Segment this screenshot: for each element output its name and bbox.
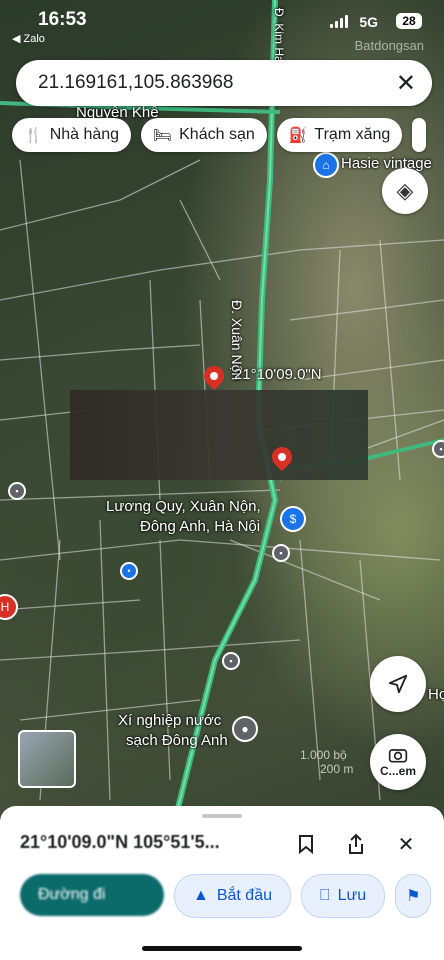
gas-station-icon: ⛽ <box>288 127 308 144</box>
status-bar: 16:53 ◀ Zalo 5G 28 Batdongsan <box>0 0 444 53</box>
navigation-arrow-icon <box>388 674 408 694</box>
chip-restaurants[interactable]: 🍴 Nhà hàng <box>12 118 132 152</box>
place-xi-nghiep-line2: sạch Đông Anh <box>126 732 228 749</box>
camera-search-button[interactable]: C...em <box>370 734 426 790</box>
bus-stop-icon[interactable]: ▪ <box>222 652 240 670</box>
place-ho-label: Họ <box>428 686 444 703</box>
place-luong-quy-line2: Đông Anh, Hà Nội <box>140 518 261 535</box>
search-bar[interactable]: 21.169161,105.863968 ✕ <box>16 60 432 106</box>
layers-button[interactable]: ◈ <box>382 168 428 214</box>
start-button[interactable]: ▲ Bắt đầu <box>174 874 291 918</box>
directions-button[interactable]: Đường đi <box>20 874 164 916</box>
place-xi-nghiep-line1: Xí nghiệp nước <box>118 712 222 729</box>
save-label: Lưu <box>337 887 367 904</box>
close-icon[interactable]: ✕ <box>392 830 420 858</box>
fork-knife-icon: 🍴 <box>24 127 43 144</box>
bookmark-icon: ⎕ <box>320 887 330 904</box>
flag-icon: ⚑ <box>406 888 421 905</box>
map-scale: 1.000 bộ 200 m <box>300 748 353 776</box>
sheet-handle[interactable] <box>202 814 242 818</box>
back-to-app[interactable]: ◀ Zalo <box>12 32 45 45</box>
atm-poi-icon[interactable]: $ <box>280 506 306 532</box>
chip-gas-stations[interactable]: ⛽ Trạm xăng <box>276 118 403 152</box>
pin-coordinate-label: 21°10'09.0"N <box>234 366 322 383</box>
status-time: 16:53 <box>38 9 87 30</box>
blurred-region <box>70 390 368 480</box>
chip-label: Trạm xăng <box>314 126 391 143</box>
share-icon[interactable] <box>342 830 370 858</box>
place-title: 21°10'09.0"N 105°51'5... <box>20 832 220 852</box>
more-action-button[interactable]: ⚑ <box>395 874 432 918</box>
layers-icon: ◈ <box>396 178 414 203</box>
chip-hotels[interactable]: 🛏 Khách sạn <box>141 118 267 152</box>
bookmark-icon[interactable] <box>292 830 320 858</box>
signal-icon <box>330 15 348 28</box>
watermark: Batdongsan <box>354 38 424 53</box>
bus-stop-icon[interactable]: ▪ <box>272 544 290 562</box>
sheet-actions: Đường đi ▲ Bắt đầu ⎕ Lưu ⚑ <box>20 874 432 918</box>
bus-stop-icon[interactable]: ▪ <box>432 440 444 458</box>
category-chips: 🍴 Nhà hàng 🛏 Khách sạn ⛽ Trạm xăng <box>12 118 427 152</box>
chip-more[interactable] <box>412 118 427 152</box>
bus-stop-icon[interactable]: ▪ <box>8 482 26 500</box>
shop-poi-icon[interactable]: • <box>120 562 138 580</box>
place-poi-icon[interactable]: ● <box>232 716 258 742</box>
camera-icon <box>388 749 408 763</box>
save-button[interactable]: ⎕ Lưu <box>301 874 386 918</box>
network-type: 5G <box>359 14 378 30</box>
street-view-thumbnail[interactable] <box>18 730 76 788</box>
place-hasie-label: Hasie vintage <box>341 155 432 172</box>
chip-label: Nhà hàng <box>49 126 120 143</box>
scale-bottom: 200 m <box>320 762 354 776</box>
home-indicator[interactable] <box>142 946 302 951</box>
search-input[interactable]: 21.169161,105.863968 <box>38 72 233 94</box>
chip-label: Khách sạn <box>179 126 255 143</box>
my-location-button[interactable] <box>370 656 426 712</box>
place-luong-quy-line1: Lương Quy, Xuân Nộn, <box>106 498 261 515</box>
hasie-poi-icon[interactable]: ⌂ <box>313 152 339 178</box>
place-sheet: 21°10'09.0"N 105°51'5... ✕ Đường đi ▲ Bắt… <box>0 806 444 960</box>
scale-top: 1.000 bộ <box>300 748 347 762</box>
directions-label: Đường đi <box>38 886 106 903</box>
navigation-icon: ▲ <box>193 887 209 904</box>
battery-icon: 28 <box>396 13 422 29</box>
close-icon[interactable]: ✕ <box>396 69 416 98</box>
camera-label: C...em <box>379 764 416 778</box>
start-label: Bắt đầu <box>216 887 272 904</box>
bed-icon: 🛏 <box>153 127 173 144</box>
